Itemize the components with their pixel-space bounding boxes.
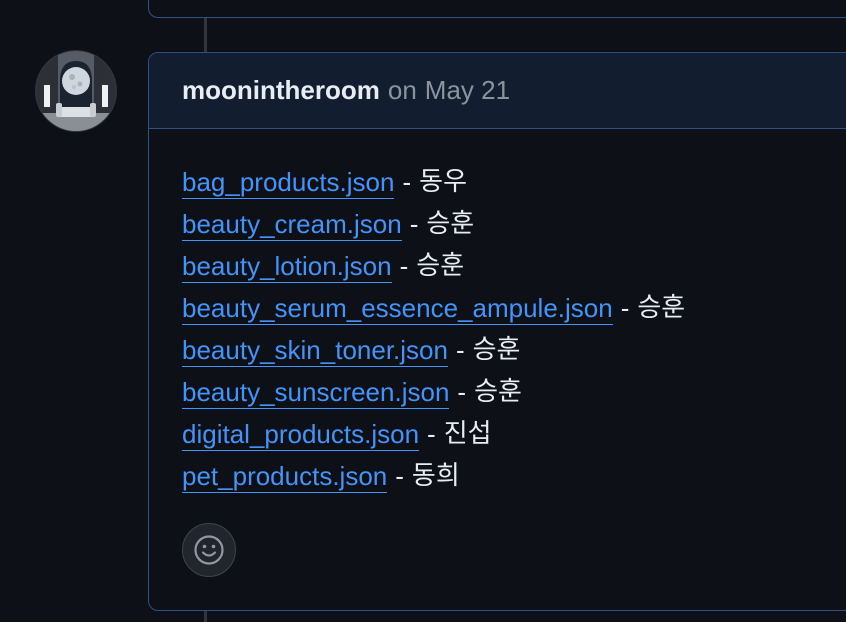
list-item: beauty_sunscreen.json - 승훈	[182, 376, 846, 418]
file-link[interactable]: beauty_skin_toner.json	[182, 334, 448, 367]
on-label: on	[387, 75, 417, 105]
timeline: moonintheroom on May 21 bag_products.jso…	[0, 0, 846, 622]
file-link[interactable]: bag_products.json	[182, 166, 395, 199]
file-link[interactable]: beauty_serum_essence_ampule.json	[182, 292, 613, 325]
file-link[interactable]: beauty_cream.json	[182, 208, 402, 241]
smiley-icon	[194, 535, 224, 565]
separator: -	[399, 251, 409, 281]
assignee: 승훈	[637, 293, 686, 323]
list-item: beauty_skin_toner.json - 승훈	[182, 334, 846, 376]
separator: -	[457, 377, 467, 407]
separator: -	[455, 335, 465, 365]
moon-room-avatar-image	[36, 51, 116, 131]
separator: -	[427, 419, 436, 449]
separator: -	[409, 209, 419, 239]
assignee: 승훈	[426, 209, 475, 239]
list-item: beauty_lotion.json - 승훈	[182, 250, 846, 292]
previous-comment	[148, 0, 846, 18]
file-link[interactable]: beauty_lotion.json	[182, 250, 392, 283]
comment-body: bag_products.json - 동우 beauty_cream.json…	[149, 129, 846, 502]
assignee: 승훈	[416, 251, 465, 281]
comment-date-link[interactable]: May 21	[425, 75, 510, 106]
list-item: beauty_serum_essence_ampule.json - 승훈	[182, 292, 846, 334]
assignee: 승훈	[472, 335, 521, 365]
file-link[interactable]: beauty_sunscreen.json	[182, 376, 450, 409]
comment-box: moonintheroom on May 21 bag_products.jso…	[148, 52, 846, 611]
list-item: beauty_cream.json - 승훈	[182, 208, 846, 250]
separator: -	[620, 293, 630, 323]
author-link[interactable]: moonintheroom	[182, 75, 380, 106]
avatar[interactable]	[36, 51, 116, 131]
add-reaction-button[interactable]	[182, 523, 236, 577]
separator: -	[402, 167, 412, 197]
assignee: 동희	[411, 461, 460, 491]
assignee: 진섭	[443, 419, 492, 449]
assignee: 승훈	[474, 377, 522, 407]
comment-header: moonintheroom on May 21	[149, 53, 846, 129]
file-link[interactable]: digital_products.json	[182, 418, 420, 451]
separator: -	[395, 461, 404, 491]
list-item: bag_products.json - 동우	[182, 166, 846, 208]
list-item: pet_products.json - 동희	[182, 460, 846, 502]
assignee: 동우	[419, 167, 467, 197]
file-link[interactable]: pet_products.json	[182, 460, 388, 493]
list-item: digital_products.json - 진섭	[182, 418, 846, 460]
